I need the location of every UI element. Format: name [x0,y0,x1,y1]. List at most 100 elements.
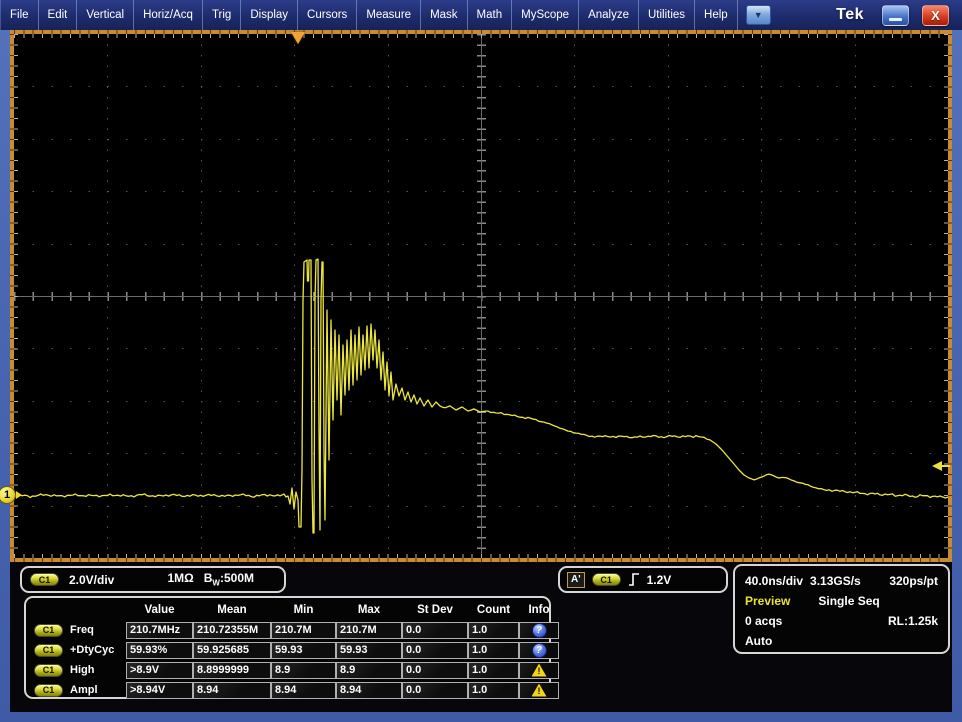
channel-readout[interactable]: C1 2.0V/div 1MΩ BW:500M [20,566,286,593]
menu-item-vertical[interactable]: Vertical [77,0,134,30]
measurement-value: >8.9V [126,662,193,679]
trigger-level-arrowhead-icon [932,461,942,471]
warning-icon[interactable]: ! [532,684,547,697]
measurement-name: Freq [70,624,94,636]
oscilloscope-screen: { "titlebar": { "menus": ["File","Edit",… [0,0,962,722]
channel1-arrow-icon [16,491,22,499]
menu-item-display[interactable]: Display [241,0,298,30]
close-icon: X [931,8,940,23]
measurement-source-badge: C1 [34,684,63,697]
measurement-mean: 210.72355M [193,622,271,639]
trigger-level-value: 1.2V [647,573,672,587]
tek-logo: Tek [836,6,864,24]
measurement-min: 8.9 [271,662,336,679]
channel-badge: C1 [30,573,59,586]
channel-scale: 2.0V/div [69,573,114,587]
measurement-mean: 59.925685 [193,642,271,659]
menubar-spacer [771,0,836,30]
readout-panel: C1 2.0V/div 1MΩ BW:500M A' C1 1.2V 40.0n… [10,562,952,712]
warning-icon[interactable]: ! [532,664,547,677]
measurement-max: 8.94 [336,682,402,699]
trigger-mode: Auto [745,634,772,648]
help-icon[interactable]: ? [532,643,547,658]
measurement-count: 1.0 [468,682,519,699]
menu-item-trig[interactable]: Trig [203,0,241,30]
measurement-min: 210.7M [271,622,336,639]
measurement-table: Value Mean Min Max St Dev Count Info C1 … [24,596,551,699]
menu-item-cursors[interactable]: Cursors [298,0,357,30]
column-header-stdev: St Dev [402,604,468,616]
waveform-trace [14,34,948,558]
acquisition-mode: Single Seq [818,594,879,608]
menu-item-horiz-acq[interactable]: Horiz/Acq [134,0,203,30]
channel1-badge-icon: 1 [0,486,16,504]
menu-item-edit[interactable]: Edit [39,0,78,30]
measurement-name: +DtyCyc [70,644,114,656]
timebase-value: 40.0ns/div [745,574,803,588]
channel-coupling: 1MΩ [167,571,193,585]
measurement-row-label: C1 Freq [32,624,126,637]
menu-item-measure[interactable]: Measure [357,0,421,30]
measurement-name: High [70,664,94,676]
trigger-channel-badge: C1 [592,573,621,586]
column-header-max: Max [336,604,402,616]
measurement-source-badge: C1 [34,624,63,637]
menu-bar: File Edit Vertical Horiz/Acq Trig Displa… [0,0,962,30]
menu-item-file[interactable]: File [0,0,39,30]
measurement-stdev: 0.0 [402,622,468,639]
channel1-ground-marker[interactable]: 1 [0,486,22,504]
measurement-count: 1.0 [468,642,519,659]
acquisition-readout[interactable]: 40.0ns/div 3.13GS/s 320ps/pt Preview Sin… [733,564,950,654]
measurement-count: 1.0 [468,622,519,639]
acquisition-state: Preview [745,594,790,608]
menu-item-utilities[interactable]: Utilities [639,0,695,30]
menu-item-myscope[interactable]: MyScope [512,0,579,30]
minimize-icon [889,18,902,21]
measurement-value: >8.94V [126,682,193,699]
measurement-max: 8.9 [336,662,402,679]
measurement-row-label: C1 +DtyCyc [32,644,126,657]
measurement-mean: 8.94 [193,682,271,699]
measurement-min: 59.93 [271,642,336,659]
measurement-source-badge: C1 [34,644,63,657]
rising-edge-icon [628,572,640,587]
waveform-display-frame: 1 [10,30,952,562]
sample-rate-value: 3.13GS/s [810,574,861,588]
trigger-position-marker[interactable] [291,32,305,44]
measurement-max: 59.93 [336,642,402,659]
column-header-min: Min [271,604,336,616]
measurement-row-label: C1 High [32,664,126,677]
column-header-info: Info [519,604,559,616]
border-ticks-right [948,34,952,558]
close-button[interactable]: X [922,5,949,26]
column-header-count: Count [468,604,519,616]
toolbar-dropdown-button[interactable]: ▼ [746,5,771,25]
trigger-level-arrowtail-icon [942,465,950,467]
menu-item-analyze[interactable]: Analyze [579,0,639,30]
column-header-mean: Mean [193,604,271,616]
trigger-readout[interactable]: A' C1 1.2V [558,566,728,593]
help-icon[interactable]: ? [532,623,547,638]
record-length: RL:1.25k [888,614,938,628]
measurement-name: Ampl [70,684,98,696]
graticule: 1 [14,34,948,558]
measurement-stdev: 0.0 [402,662,468,679]
channel-bandwidth: BW:500M [204,571,254,587]
trigger-source-badge: A' [567,572,585,588]
menu-item-math[interactable]: Math [468,0,513,30]
measurement-value: 210.7MHz [126,622,193,639]
chevron-down-icon: ▼ [754,10,763,20]
measurement-value: 59.93% [126,642,193,659]
measurement-stdev: 0.0 [402,642,468,659]
measurement-mean: 8.8999999 [193,662,271,679]
menu-item-mask[interactable]: Mask [421,0,467,30]
measurement-stdev: 0.0 [402,682,468,699]
measurement-count: 1.0 [468,662,519,679]
resolution-value: 320ps/pt [889,574,938,588]
menu-item-help[interactable]: Help [695,0,738,30]
measurement-source-badge: C1 [34,664,63,677]
measurement-min: 8.94 [271,682,336,699]
acquisition-count: 0 acqs [745,614,782,628]
minimize-button[interactable] [882,5,909,26]
trigger-level-arrow[interactable] [932,461,950,471]
